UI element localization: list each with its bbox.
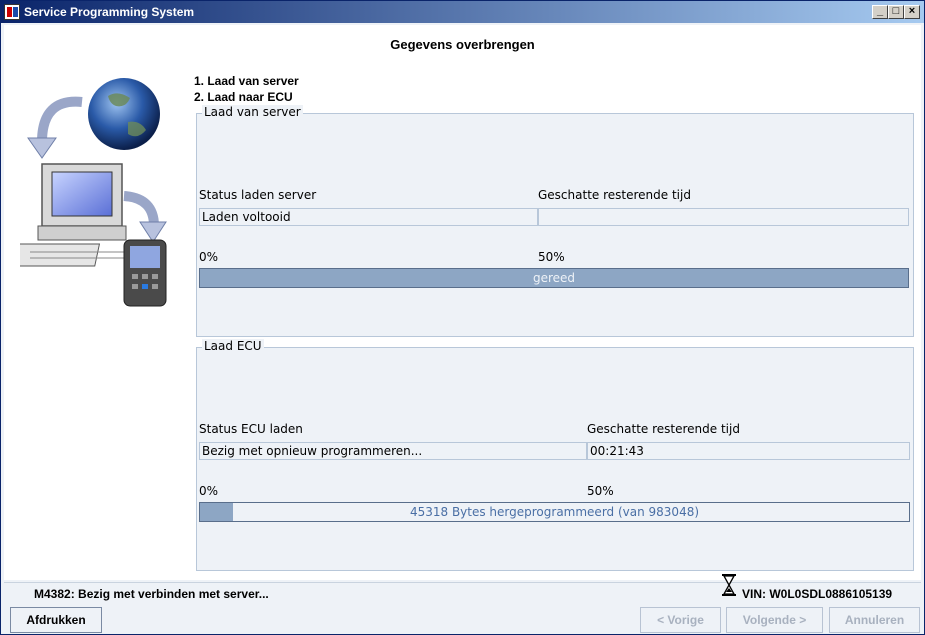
ecu-scale-start: 0%: [199, 484, 219, 498]
server-status-label: Status laden server: [199, 188, 317, 202]
server-progress-bar: gereed: [199, 268, 909, 288]
server-load-group: Laad van server Status laden server Gesc…: [196, 105, 914, 337]
arrow-icon: [27, 96, 83, 159]
print-button[interactable]: Afdrukken: [10, 607, 102, 633]
status-bar: M4382: Bezig met verbinden met server...…: [4, 574, 921, 602]
ecu-group-title: Laad ECU: [202, 339, 264, 353]
button-bar: Afdrukken < Vorige Volgende > Annuleren: [4, 602, 921, 634]
arrow-icon: [123, 191, 167, 243]
step-list: 1. Laad van server 2. Laad naar ECU: [194, 73, 299, 105]
server-time-label: Geschatte resterende tijd: [538, 188, 691, 202]
ecu-time-field: 00:21:43: [587, 442, 910, 460]
computer-icon: [0, 163, 132, 267]
server-scale-mid: 50%: [538, 250, 565, 264]
page-title: Gegevens overbrengen: [390, 37, 535, 52]
server-time-field: [538, 208, 909, 226]
app-icon[interactable]: [4, 4, 20, 20]
server-group-title: Laad van server: [202, 105, 303, 119]
ecu-time-label: Geschatte resterende tijd: [587, 422, 740, 436]
status-message: M4382: Bezig met verbinden met server...: [34, 587, 269, 601]
close-button[interactable]: ×: [904, 5, 920, 19]
ecu-scale-mid: 50%: [587, 484, 614, 498]
server-status-field: Laden voltooid: [199, 208, 538, 226]
globe-icon: [88, 78, 160, 150]
server-progress-text: gereed: [532, 271, 576, 285]
server-scale-start: 0%: [199, 250, 219, 264]
main-content: Gegevens overbrengen 1. Laad van server …: [0, 25, 921, 580]
scan-tool-icon: [123, 239, 167, 307]
maximize-button[interactable]: □: [888, 5, 904, 19]
title-bar[interactable]: Service Programming System _ □ ×: [1, 1, 924, 23]
ecu-status-field: Bezig met opnieuw programmeren...: [199, 442, 587, 460]
app-window: Service Programming System _ □ × Gegeven…: [0, 0, 925, 635]
cancel-button[interactable]: Annuleren: [829, 607, 920, 633]
previous-button[interactable]: < Vorige: [640, 607, 721, 633]
step-2: 2. Laad naar ECU: [194, 90, 293, 104]
hourglass-icon: [720, 574, 738, 596]
ecu-progress-text: 45318 Bytes hergeprogrammeerd (van 98304…: [409, 505, 700, 519]
ecu-progress-bar: 45318 Bytes hergeprogrammeerd (van 98304…: [199, 502, 910, 522]
ecu-status-label: Status ECU laden: [199, 422, 303, 436]
transfer-illustration: [0, 72, 170, 312]
step-1: 1. Laad van server: [194, 74, 299, 88]
ecu-load-group: Laad ECU Status ECU laden Geschatte rest…: [196, 339, 914, 571]
vin-label: VIN: W0L0SDL0886105139: [742, 587, 893, 601]
window-title: Service Programming System: [24, 5, 195, 19]
next-button[interactable]: Volgende >: [726, 607, 823, 633]
minimize-button[interactable]: _: [872, 5, 888, 19]
